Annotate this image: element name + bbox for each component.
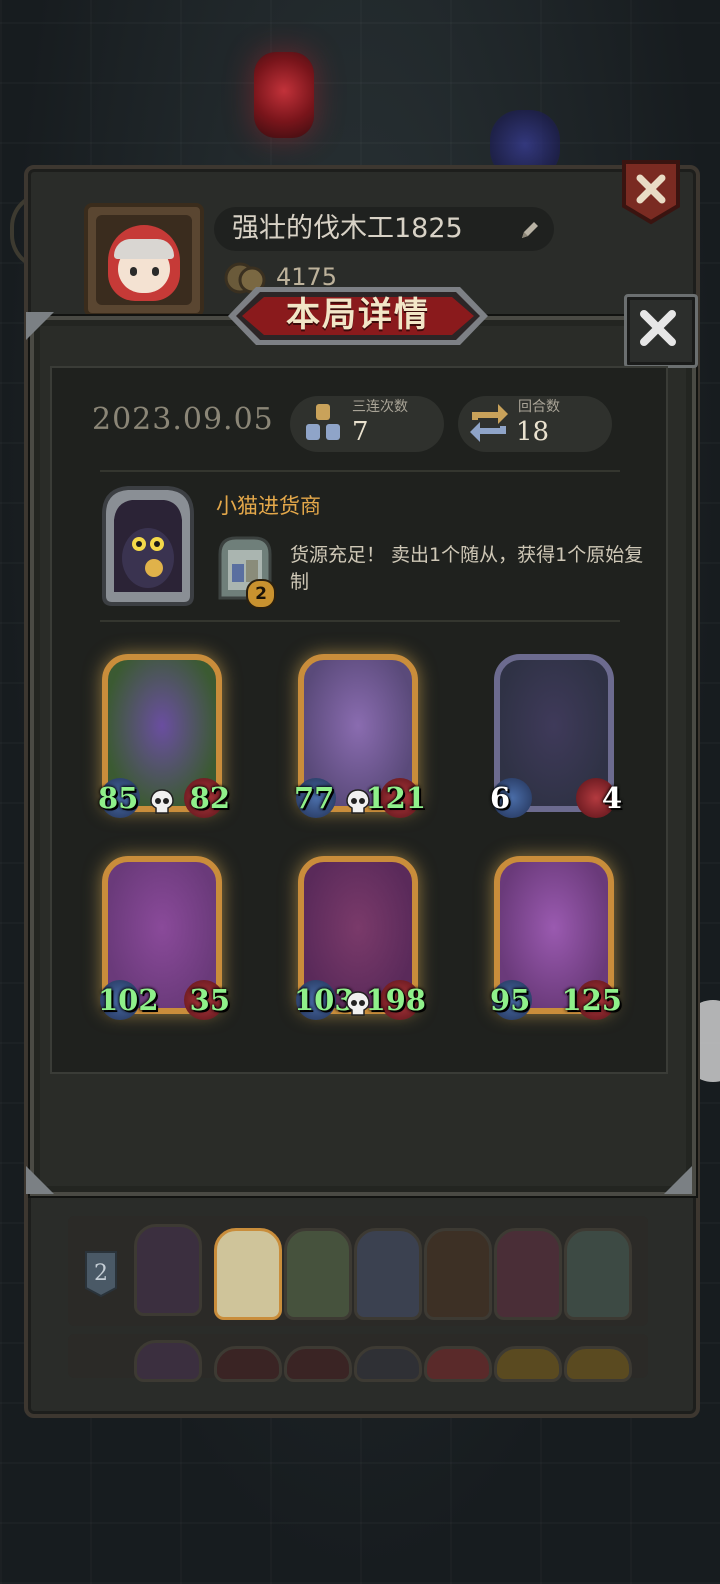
minion-attack: 95 [490,983,531,1017]
minion-attack: 6 [490,781,511,815]
avatar[interactable] [84,203,204,317]
username: 强壮的伐木工1825 [232,213,463,244]
history-hero-card [134,1224,202,1316]
rounds-value: 18 [516,417,550,447]
avatar-eye [152,267,159,276]
skull-icon [346,991,370,1016]
match-date: 2023.09.05 [92,402,274,437]
minion-card[interactable]: 102 35 [98,856,230,1026]
history-hero-card [134,1340,202,1382]
minion-attack: 85 [98,781,139,815]
close-icon[interactable] [620,158,682,226]
minion-health: 82 [189,781,230,815]
avatar-eye [130,267,137,276]
history-minion-card [214,1228,282,1320]
minion-card[interactable]: 95 125 [490,856,622,1026]
minion-card[interactable]: 103 198 [294,856,426,1026]
history-minion-card [564,1228,632,1320]
history-minion-card [354,1346,422,1382]
triple-icon [306,404,340,440]
avatar-hair [114,239,174,259]
history-minion-card [284,1346,352,1382]
minion-health: 4 [601,781,622,815]
minion-health: 121 [365,781,426,815]
triples-label: 三连次数 [352,399,408,415]
hero-power-description: 货源充足！ 卖出1个随从，获得1个原始复制 [290,544,644,593]
history-minion-card [284,1228,352,1320]
lantern-decoration [254,52,314,138]
skull-icon [150,789,174,814]
avatar-portrait [96,215,192,305]
minion-attack: 102 [98,983,159,1017]
history-minion-card [214,1346,282,1382]
close-icon [640,310,676,346]
history-minion-card [424,1228,492,1320]
minion-health: 35 [189,983,230,1017]
refresh-icon [470,404,508,442]
minion-attack: 77 [294,781,335,815]
hero-power-level-badge: 2 [246,579,276,609]
triples-value: 7 [352,417,369,447]
modal-title: 本局详情 [286,295,430,335]
divider [100,620,620,622]
history-minion-card [424,1346,492,1382]
skull-icon [346,789,370,814]
history-minion-card [494,1346,562,1382]
rounds-label: 回合数 [518,399,560,415]
close-button[interactable] [624,294,698,368]
rank-badge: 2 [85,1251,117,1298]
pencil-icon[interactable] [518,218,542,242]
hero-portrait[interactable] [98,484,198,608]
minion-card[interactable]: 64 [490,654,622,824]
divider [100,470,620,472]
hero-name: 小猫进货商 [216,494,321,518]
minion-health: 198 [365,983,426,1017]
svg-text:2: 2 [94,1261,108,1286]
minion-card[interactable]: 77 121 [294,654,426,824]
minion-card[interactable]: 85 82 [98,654,230,824]
history-minion-card [494,1228,562,1320]
minion-health: 125 [561,983,622,1017]
history-minion-card [354,1228,422,1320]
history-minion-card [564,1346,632,1382]
